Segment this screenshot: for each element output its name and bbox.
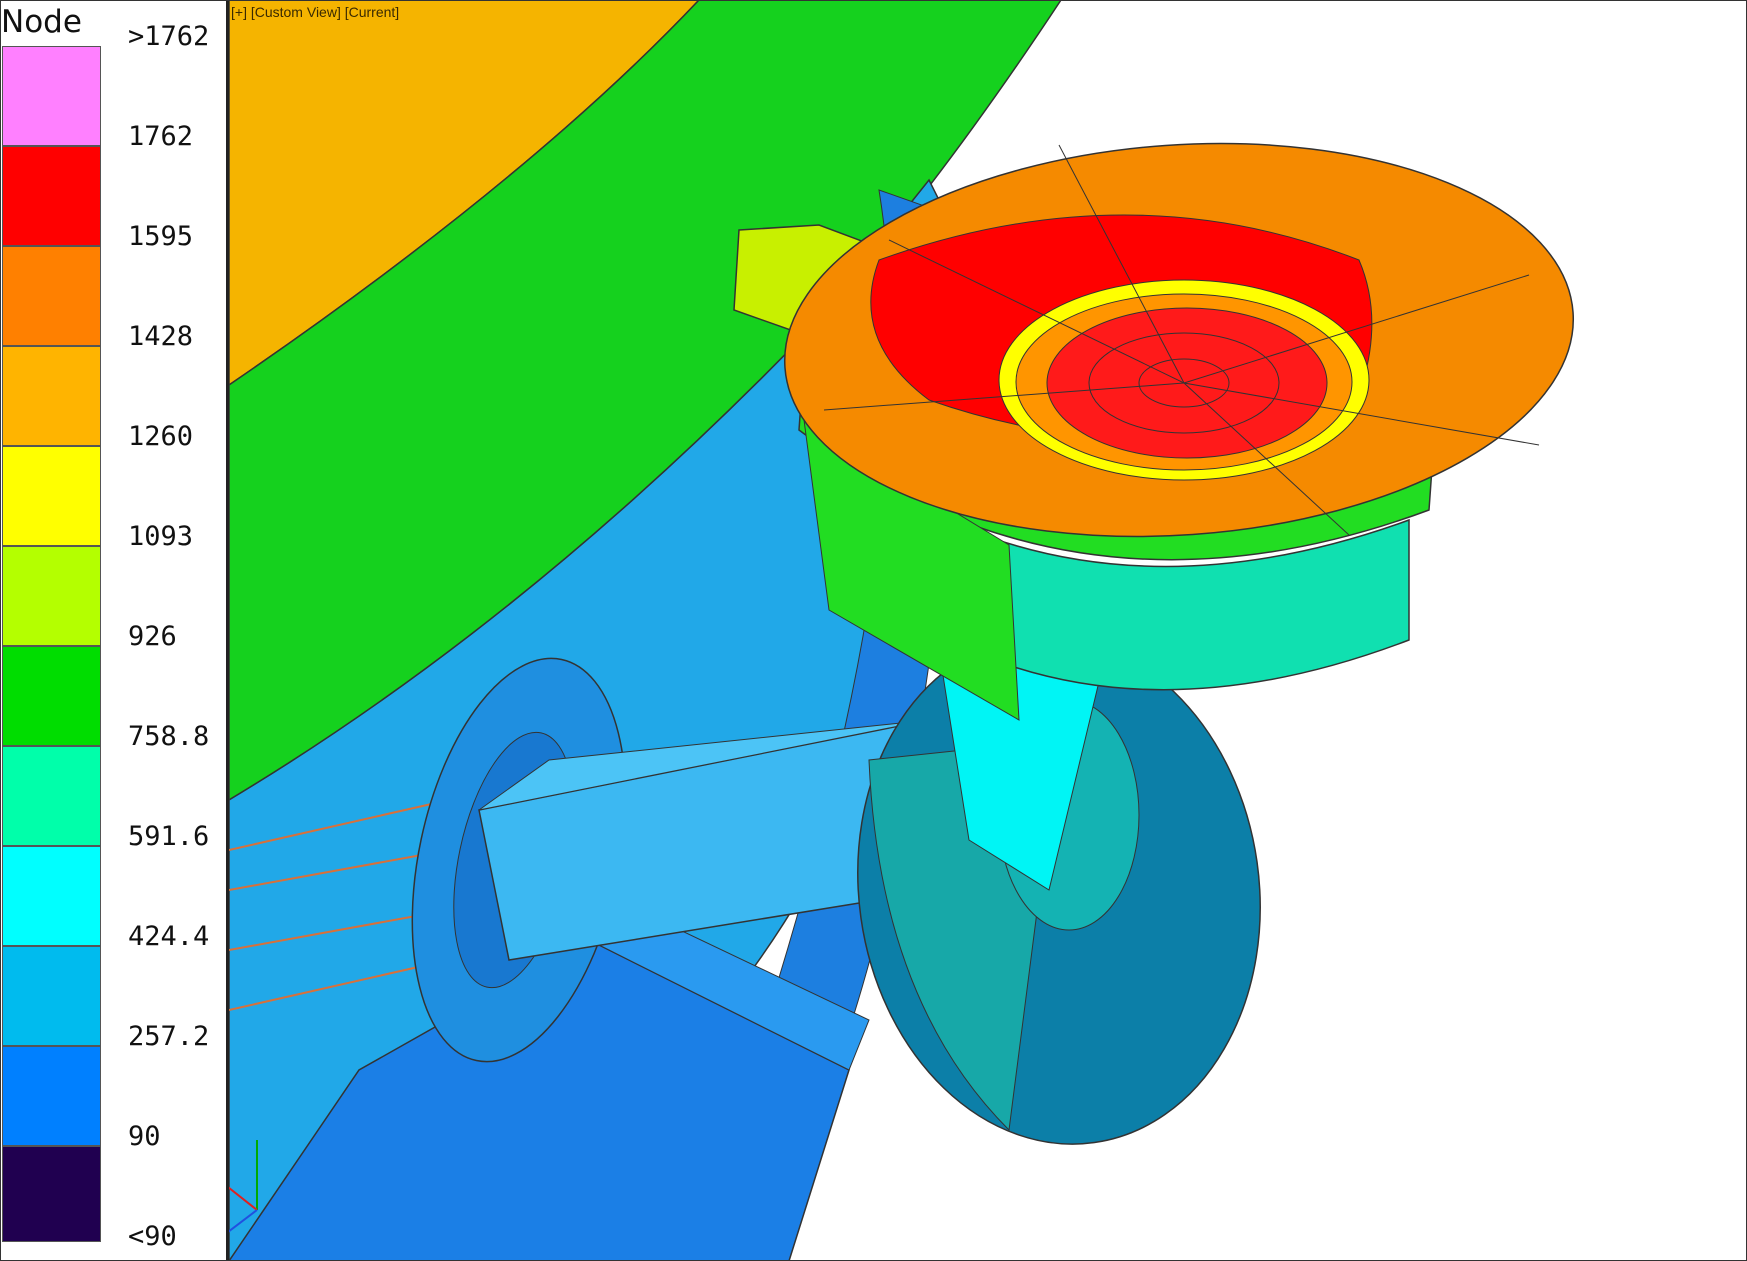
legend-swatch: [2, 1046, 101, 1146]
legend-title: Node: [1, 4, 82, 40]
legend-swatch: [2, 446, 101, 546]
legend-swatch: [2, 746, 101, 846]
legend-tick-label: 1428: [128, 321, 194, 352]
legend-swatch: [2, 346, 101, 446]
legend-tick-label: 1762: [128, 121, 194, 152]
legend-tick-label: 1595: [128, 221, 194, 252]
legend-tick-label: 926: [128, 621, 177, 652]
legend-swatch: [2, 646, 101, 746]
legend-tick-label: 90: [128, 1121, 161, 1152]
legend-tick-label: 1093: [128, 521, 194, 552]
legend-swatch: [2, 546, 101, 646]
color-legend: Node >1762 1762 1595 1428 1260 1093 926 758.8 59…: [0, 0, 226, 1261]
legend-swatch: [2, 1146, 101, 1242]
legend-tick-label: 1260: [128, 421, 194, 452]
legend-tick-label: 424.4: [128, 921, 210, 952]
3d-viewport[interactable]: [+] [Custom View] [Current]: [229, 0, 1747, 1261]
model-render[interactable]: [229, 0, 1747, 1261]
legend-tick-label: >1762: [128, 21, 210, 52]
legend-swatch: [2, 146, 101, 246]
legend-tick-label: 758.8: [128, 721, 210, 752]
legend-swatch: [2, 46, 101, 146]
legend-tick-label: 257.2: [128, 1021, 210, 1052]
legend-swatch: [2, 946, 101, 1046]
legend-swatch: [2, 246, 101, 346]
legend-tick-label: <90: [128, 1221, 177, 1252]
legend-tick-label: 591.6: [128, 821, 210, 852]
view-label: [+] [Custom View] [Current]: [231, 4, 400, 20]
legend-swatch: [2, 846, 101, 946]
